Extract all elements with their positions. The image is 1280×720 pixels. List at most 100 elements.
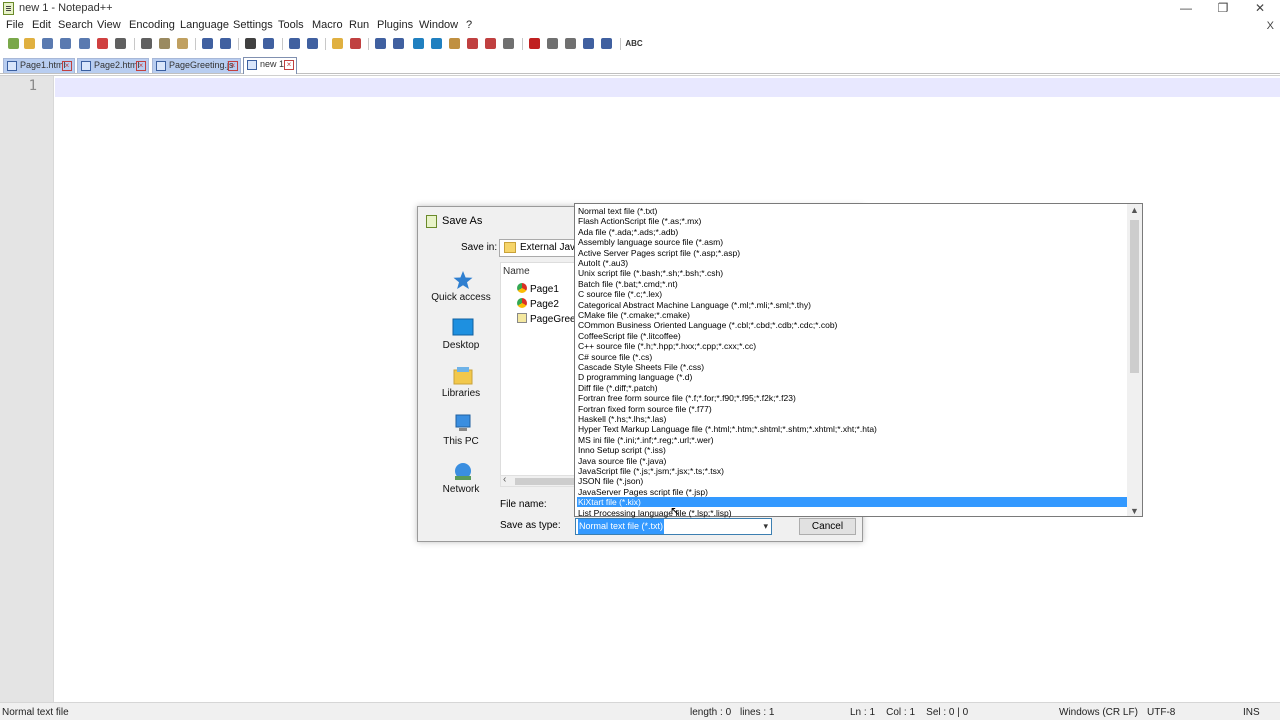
- toolbar-button[interactable]: [113, 36, 128, 51]
- toolbar-button[interactable]: [40, 36, 55, 51]
- toolbar-button[interactable]: [391, 36, 406, 51]
- close-tab-icon[interactable]: ×: [62, 61, 72, 71]
- menu-item[interactable]: ?: [466, 19, 472, 31]
- file-type-option[interactable]: D programming language (*.d): [577, 372, 1129, 382]
- toolbar-button[interactable]: [175, 36, 190, 51]
- file-type-option[interactable]: MS ini file (*.ini;*.inf;*.reg;*.url;*.w…: [577, 435, 1129, 445]
- toolbar-button[interactable]: [373, 36, 388, 51]
- menu-item[interactable]: Settings: [233, 19, 273, 31]
- toolbar-button[interactable]: [527, 36, 542, 51]
- file-item[interactable]: Page2: [517, 298, 559, 310]
- toolbar-button[interactable]: [6, 36, 21, 51]
- file-type-option[interactable]: JavaServer Pages script file (*.jsp): [577, 487, 1129, 497]
- dropdown-scrollbar[interactable]: ▲ ▼: [1127, 204, 1142, 516]
- minimize-button[interactable]: —: [1168, 0, 1204, 18]
- file-type-option[interactable]: JavaScript file (*.js;*.jsm;*.jsx;*.ts;*…: [577, 466, 1129, 476]
- place-libraries[interactable]: Libraries: [424, 364, 498, 408]
- toolbar-button[interactable]: [581, 36, 596, 51]
- toolbar-button[interactable]: [465, 36, 480, 51]
- toolbar-button[interactable]: [348, 36, 363, 51]
- toolbar-button[interactable]: [218, 36, 233, 51]
- menu-item[interactable]: Macro: [312, 19, 343, 31]
- file-type-option[interactable]: C# source file (*.cs): [577, 352, 1129, 362]
- menu-item[interactable]: File: [6, 19, 24, 31]
- close-tab-icon[interactable]: ×: [136, 61, 146, 71]
- scrollbar-thumb[interactable]: [515, 478, 575, 485]
- save-as-type-select[interactable]: Normal text file (*.txt) ▾: [575, 518, 772, 535]
- file-type-option[interactable]: Categorical Abstract Machine Language (*…: [577, 300, 1129, 310]
- menu-item[interactable]: Tools: [278, 19, 304, 31]
- file-type-option[interactable]: Hyper Text Markup Language file (*.html;…: [577, 424, 1129, 434]
- toolbar-button[interactable]: [287, 36, 302, 51]
- toolbar-button[interactable]: [563, 36, 578, 51]
- menu-item[interactable]: Plugins: [377, 19, 413, 31]
- file-type-option[interactable]: Assembly language source file (*.asm): [577, 237, 1129, 247]
- place-network[interactable]: Network: [424, 460, 498, 504]
- restore-button[interactable]: ❐: [1205, 0, 1241, 18]
- toolbar-button[interactable]: [411, 36, 426, 51]
- file-type-option[interactable]: AutoIt (*.au3): [577, 258, 1129, 268]
- tab-2[interactable]: Page2.html ×: [77, 58, 149, 73]
- place-this-pc[interactable]: This PC: [424, 412, 498, 456]
- menu-item[interactable]: Edit: [32, 19, 51, 31]
- file-item[interactable]: PageGreet: [517, 313, 578, 325]
- cancel-button[interactable]: Cancel: [799, 518, 856, 535]
- file-type-option[interactable]: Ada file (*.ada;*.ads;*.adb): [577, 227, 1129, 237]
- file-type-option[interactable]: C source file (*.c;*.lex): [577, 289, 1129, 299]
- file-type-option[interactable]: JSON file (*.json): [577, 476, 1129, 486]
- toolbar-button[interactable]: [305, 36, 320, 51]
- menu-item[interactable]: Search: [58, 19, 93, 31]
- toolbar-button[interactable]: [447, 36, 462, 51]
- file-type-option[interactable]: Haskell (*.hs;*.lhs;*.las): [577, 414, 1129, 424]
- column-header-name[interactable]: Name: [503, 266, 530, 277]
- toolbar-button[interactable]: [429, 36, 444, 51]
- toolbar-button[interactable]: [58, 36, 73, 51]
- tab-1[interactable]: Page1.html ×: [3, 58, 75, 73]
- toolbar-button[interactable]: [261, 36, 276, 51]
- scroll-up-icon[interactable]: ▲: [1130, 205, 1139, 215]
- file-type-option[interactable]: CMake file (*.cmake;*.cmake): [577, 310, 1129, 320]
- toolbar-button[interactable]: [200, 36, 215, 51]
- file-type-option[interactable]: Fortran fixed form source file (*.f77): [577, 404, 1129, 414]
- scroll-left-icon[interactable]: ‹: [503, 474, 506, 485]
- file-type-option[interactable]: C++ source file (*.h;*.hpp;*.hxx;*.cpp;*…: [577, 341, 1129, 351]
- toolbar-button[interactable]: [243, 36, 258, 51]
- menu-item[interactable]: Window: [419, 19, 458, 31]
- file-type-option[interactable]: Cascade Style Sheets File (*.css): [577, 362, 1129, 372]
- toolbar-button[interactable]: [157, 36, 172, 51]
- menu-item[interactable]: Encoding: [129, 19, 175, 31]
- spell-check-button[interactable]: ABC: [625, 36, 643, 51]
- close-tab-icon[interactable]: ×: [284, 60, 294, 70]
- file-type-option[interactable]: KiXtart file (*.kix): [577, 497, 1129, 508]
- place-quick-access[interactable]: Quick access: [424, 268, 498, 312]
- toolbar-button[interactable]: [483, 36, 498, 51]
- menu-item[interactable]: Run: [349, 19, 369, 31]
- toolbar-button[interactable]: [330, 36, 345, 51]
- toolbar-button[interactable]: [599, 36, 614, 51]
- file-type-dropdown-list[interactable]: Normal text file (*.txt) Flash ActionScri…: [574, 203, 1143, 518]
- toolbar-button[interactable]: [95, 36, 110, 51]
- file-type-option[interactable]: List Processing language file (*.lsp;*.l…: [577, 508, 1129, 518]
- file-type-option[interactable]: Java source file (*.java): [577, 456, 1129, 466]
- file-type-option[interactable]: Flash ActionScript file (*.as;*.mx): [577, 216, 1129, 226]
- file-type-option[interactable]: Fortran free form source file (*.f;*.for…: [577, 393, 1129, 403]
- toolbar-button[interactable]: [139, 36, 154, 51]
- save-in-combobox[interactable]: External JavaS: [499, 239, 579, 257]
- file-type-option[interactable]: COmmon Business Oriented Language (*.cbl…: [577, 320, 1129, 330]
- tab-4[interactable]: new 1 ×: [243, 57, 297, 74]
- toolbar-button[interactable]: [77, 36, 92, 51]
- file-list-horizontal-scrollbar[interactable]: ‹: [500, 474, 580, 487]
- close-document-button[interactable]: X: [1267, 20, 1274, 32]
- file-type-option[interactable]: CoffeeScript file (*.litcoffee): [577, 331, 1129, 341]
- file-item[interactable]: Page1: [517, 283, 559, 295]
- toolbar-button[interactable]: [501, 36, 516, 51]
- place-desktop[interactable]: Desktop: [424, 316, 498, 360]
- file-type-option[interactable]: Batch file (*.bat;*.cmd;*.nt): [577, 279, 1129, 289]
- file-type-option[interactable]: Diff file (*.diff;*.patch): [577, 383, 1129, 393]
- file-type-option[interactable]: Active Server Pages script file (*.asp;*…: [577, 248, 1129, 258]
- current-line-highlight[interactable]: [55, 78, 1280, 97]
- file-type-option[interactable]: Inno Setup script (*.iss): [577, 445, 1129, 455]
- file-list[interactable]: Name Page1 Page2 PageGreet: [500, 262, 580, 487]
- scroll-down-icon[interactable]: ▼: [1130, 506, 1139, 516]
- tab-3[interactable]: PageGreeting.js ×: [152, 58, 241, 73]
